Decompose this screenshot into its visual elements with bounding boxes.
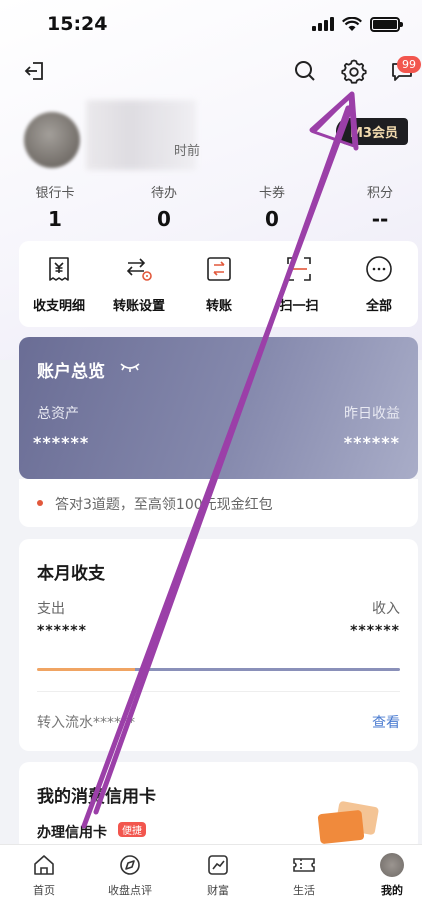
promo-banner[interactable]: 答对3道题，至高领100元现金红包 — [19, 479, 418, 527]
stat-value: 0 — [157, 207, 171, 231]
signal-icon — [312, 17, 334, 31]
stat-todo[interactable]: 待办 0 — [119, 182, 209, 231]
quick-action-label: 转账 — [205, 299, 232, 314]
quick-action-transfer-settings[interactable]: 转账设置 — [99, 255, 179, 314]
account-stats: 银行卡 1 待办 0 卡券 0 积分 -- — [0, 182, 422, 232]
expense-label: 支出 — [37, 601, 65, 617]
stat-label: 积分 — [366, 186, 393, 201]
tab-label: 我的 — [381, 884, 403, 897]
stat-label: 银行卡 — [35, 186, 75, 201]
transfer-icon — [205, 255, 233, 283]
view-link[interactable]: 查看 — [372, 712, 400, 732]
wifi-icon — [342, 16, 362, 31]
quick-actions-card: 收支明细 转账设置 转账 扫一扫 全部 — [19, 241, 418, 327]
apply-tag: 便捷 — [118, 822, 146, 837]
home-icon — [32, 853, 56, 877]
tab-market-review[interactable]: 收盘点评 — [100, 853, 160, 898]
quick-action-receipts[interactable]: 收支明细 — [19, 255, 99, 314]
credit-card-illustration — [317, 809, 365, 845]
credit-title: 我的消费信用卡 — [37, 787, 156, 807]
stat-points[interactable]: 积分 -- — [335, 182, 422, 231]
promo-dot — [37, 500, 43, 506]
monthly-summary-card: 本月收支 支出 收入 ****** ****** 转入流水****** 查看 — [19, 539, 418, 751]
more-icon — [365, 255, 393, 283]
tab-home[interactable]: 首页 — [14, 853, 74, 898]
compass-icon — [118, 853, 142, 877]
stat-label: 卡券 — [258, 186, 285, 201]
expense-bar-fill — [37, 668, 135, 671]
credit-card-section: 我的消费信用卡 办理信用卡 便捷 — [19, 762, 418, 852]
income-value: ****** — [350, 623, 400, 639]
income-label: 收入 — [372, 601, 400, 617]
transfer-settings-icon — [125, 255, 153, 283]
monthly-title: 本月收支 — [37, 564, 105, 584]
battery-icon — [370, 16, 403, 32]
avatar — [380, 853, 404, 877]
header-toolbar — [0, 56, 422, 92]
promo-text: 答对3道题，至高领100元现金红包 — [55, 497, 273, 513]
quick-action-label: 扫一扫 — [279, 299, 319, 314]
avatar[interactable] — [24, 112, 80, 168]
yesterday-earnings-value: ****** — [343, 433, 400, 452]
last-login-text: 时前 — [174, 144, 201, 159]
blurred-username — [86, 100, 196, 170]
total-assets-value: ****** — [33, 433, 90, 452]
logout-icon[interactable] — [20, 56, 50, 86]
quick-action-label: 收支明细 — [32, 299, 85, 314]
quick-action-transfer[interactable]: 转账 — [179, 255, 259, 314]
stat-coupons[interactable]: 卡券 0 — [227, 182, 317, 231]
bottom-tab-bar: 首页 收盘点评 财富 生活 我的 — [0, 844, 422, 916]
income-expense-bar — [37, 668, 400, 671]
incoming-flow-text: 转入流水****** — [37, 715, 135, 731]
status-icons — [312, 16, 403, 32]
stat-bank-cards[interactable]: 银行卡 1 — [10, 182, 100, 231]
hide-eye-icon[interactable] — [119, 359, 141, 378]
tab-life[interactable]: 生活 — [274, 853, 334, 898]
chart-icon — [206, 853, 230, 877]
tab-label: 财富 — [207, 884, 229, 897]
receipt-icon — [45, 255, 73, 283]
apply-credit-card-link[interactable]: 办理信用卡 — [37, 822, 107, 842]
quick-action-all[interactable]: 全部 — [339, 255, 419, 314]
account-overview-card[interactable]: 账户总览 总资产 昨日收益 ****** ****** — [19, 337, 418, 479]
status-bar: 15:24 — [0, 0, 422, 48]
total-assets-label: 总资产 — [37, 406, 79, 422]
quick-action-label: 全部 — [365, 299, 392, 314]
stat-label: 待办 — [150, 186, 177, 201]
income-bar-fill — [135, 668, 400, 671]
divider — [37, 691, 400, 692]
stat-value: -- — [371, 207, 389, 231]
yesterday-earnings-label: 昨日收益 — [344, 406, 400, 422]
quick-action-label: 转账设置 — [112, 299, 165, 314]
ticket-icon — [292, 853, 316, 877]
profile-section[interactable]: 时前 M3会员 — [24, 100, 414, 170]
scan-icon — [285, 255, 313, 283]
tab-label: 生活 — [293, 884, 315, 897]
search-icon[interactable] — [290, 56, 320, 86]
tab-mine[interactable]: 我的 — [362, 853, 422, 898]
quick-action-scan[interactable]: 扫一扫 — [259, 255, 339, 314]
tab-label: 收盘点评 — [108, 884, 152, 897]
status-time: 15:24 — [47, 13, 108, 35]
overview-title: 账户总览 — [37, 362, 105, 382]
message-badge: 99 — [397, 56, 421, 73]
expense-value: ****** — [37, 623, 87, 639]
member-level-badge[interactable]: M3会员 — [336, 118, 408, 145]
tab-label: 首页 — [33, 884, 55, 897]
stat-value: 1 — [48, 207, 62, 231]
settings-gear-icon[interactable] — [339, 56, 369, 86]
tab-wealth[interactable]: 财富 — [188, 853, 248, 898]
stat-value: 0 — [265, 207, 279, 231]
